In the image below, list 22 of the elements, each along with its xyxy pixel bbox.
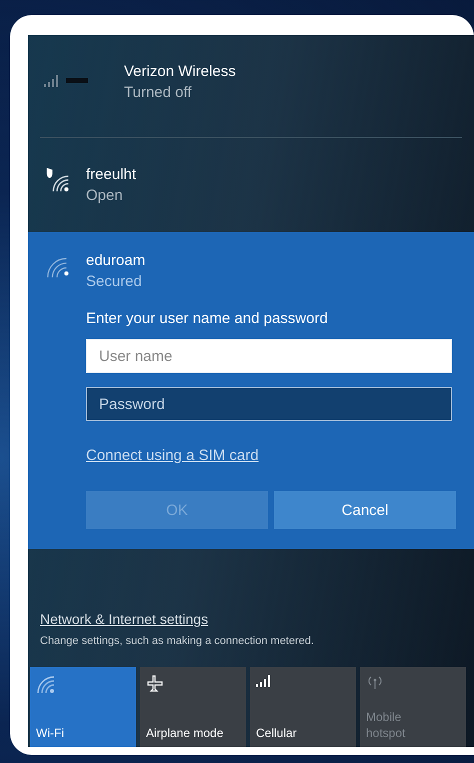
password-field[interactable]: Password <box>86 387 452 421</box>
username-field[interactable]: User name <box>86 339 452 373</box>
cancel-button[interactable]: Cancel <box>274 491 456 529</box>
quick-action-tile[interactable]: Cellular <box>250 667 356 747</box>
network-status: Secured <box>86 273 143 290</box>
login-prompt: Enter your user name and password <box>86 310 329 327</box>
quick-action-tile[interactable]: Wi-Fi <box>30 667 136 747</box>
quick-action-tile[interactable]: Airplane mode <box>140 667 246 747</box>
network-name: eduroam <box>86 252 146 269</box>
tile-label: Cellular <box>256 725 298 741</box>
tile-label: Mobile hotspot <box>366 709 406 741</box>
sim-card-link[interactable]: Connect using a SIM card <box>86 447 259 464</box>
network-item[interactable]: freeulht Open <box>28 138 474 218</box>
network-name: freeulht <box>86 166 138 183</box>
settings-link[interactable]: Network & Internet settings <box>40 611 208 627</box>
network-status: Open <box>86 187 124 204</box>
network-status: Turned off <box>124 84 193 101</box>
tile-label: Wi-Fi <box>36 725 65 741</box>
network-name: Verizon Wireless <box>124 63 237 80</box>
settings-description: Change settings, such as making a connection metered. <box>40 635 315 647</box>
tile-label: Airplane mode <box>146 725 224 741</box>
network-item[interactable]: Verizon Wireless Turned off <box>28 35 474 115</box>
